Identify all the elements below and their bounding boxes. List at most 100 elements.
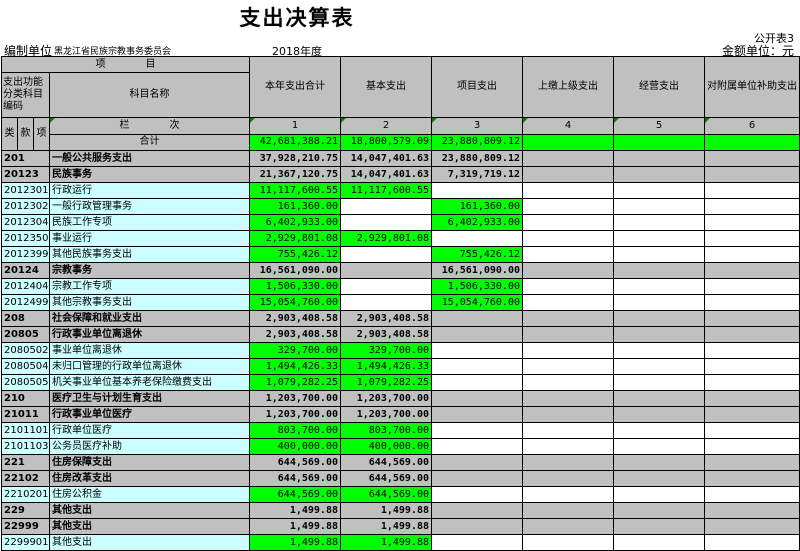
- row-subject-name: 住房改革支出: [49, 470, 250, 487]
- row-value-col-6: [704, 422, 800, 439]
- col-num-4: 4: [522, 117, 614, 135]
- row-value-col-1: 644,569.00: [249, 454, 341, 471]
- row-code: 221: [1, 454, 50, 471]
- row-subject-name: 其他支出: [49, 502, 250, 519]
- table-row: 2012302 一般行政管理事务 161,360.00 161,360.00: [1, 198, 800, 215]
- row-value-col-1: 6,402,933.00: [249, 214, 341, 231]
- row-code: 210: [1, 390, 50, 407]
- table-row: 2012301 行政运行 11,117,600.55 11,117,600.55: [1, 182, 800, 199]
- row-value-col-1: 644,569.00: [249, 470, 341, 487]
- row-value-col-1: 2,929,801.08: [249, 230, 341, 247]
- row-code: 2012350: [1, 230, 50, 247]
- table-row: 2012499 其他宗教事务支出 15,054,760.00 15,054,760.0…: [1, 294, 800, 311]
- row-value-col-4: [522, 518, 614, 535]
- row-code: 2080502: [1, 342, 50, 359]
- row-value-col-3: 15,054,760.00: [431, 294, 523, 311]
- row-code: 2101103: [1, 438, 50, 455]
- row-value-col-4: [522, 198, 614, 215]
- row-value-col-4: [522, 502, 614, 519]
- row-value-col-6: [704, 262, 800, 279]
- row-value-col-5: [613, 182, 705, 199]
- row-value-col-6: [704, 230, 800, 247]
- row-value-col-5: [613, 230, 705, 247]
- row-value-col-5: [613, 214, 705, 231]
- row-subject-name: 其他支出: [49, 534, 250, 551]
- row-value-col-5: [613, 342, 705, 359]
- row-value-col-1: 161,360.00: [249, 198, 341, 215]
- row-code: 21011: [1, 406, 50, 423]
- row-value-col-1: 755,426.12: [249, 246, 341, 263]
- header-kuan: 款: [17, 117, 34, 151]
- row-value-col-4: [522, 166, 614, 183]
- row-value-col-5: [613, 406, 705, 423]
- row-value-col-4: [522, 278, 614, 295]
- table-row: 2012350 事业运行 2,929,801.08 2,929,801.08: [1, 230, 800, 247]
- row-value-col-3: [431, 342, 523, 359]
- row-value-col-2: 14,047,401.63: [340, 166, 432, 183]
- row-code: 22102: [1, 470, 50, 487]
- row-value-col-1: 11,117,600.55: [249, 182, 341, 199]
- table-row: 20123 民族事务 21,367,120.75 14,047,401.63 7,319…: [1, 166, 800, 183]
- row-value-col-1: 2,903,408.58: [249, 310, 341, 327]
- row-value-col-2: 1,499.88: [340, 518, 432, 535]
- row-code: 2080504: [1, 358, 50, 375]
- row-value-col-4: [522, 470, 614, 487]
- row-value-col-4: [522, 374, 614, 391]
- row-value-col-6: [704, 390, 800, 407]
- row-code: 2012302: [1, 198, 50, 215]
- row-value-col-3: [431, 422, 523, 439]
- row-value-col-2: [340, 246, 432, 263]
- row-value-col-3: 23,880,809.12: [431, 150, 523, 167]
- row-value-col-4: [522, 182, 614, 199]
- row-value-col-4: [522, 294, 614, 311]
- row-value-col-3: [431, 534, 523, 551]
- table-row: 2080505 机关事业单位基本养老保险缴费支出 1,079,282.25 1,079…: [1, 374, 800, 391]
- row-value-col-6: [704, 486, 800, 503]
- row-value-col-4: [522, 310, 614, 327]
- header-col-1: 本年支出合计: [249, 56, 341, 118]
- row-value-col-5: [613, 326, 705, 343]
- row-subject-name: 住房保障支出: [49, 454, 250, 471]
- row-value-col-3: [431, 358, 523, 375]
- row-subject-name: 医疗卫生与计划生育支出: [49, 390, 250, 407]
- row-value-col-4: [522, 438, 614, 455]
- row-value-col-6: [704, 166, 800, 183]
- row-value-col-3: [431, 406, 523, 423]
- row-value-col-5: [613, 294, 705, 311]
- row-value-col-5: [613, 198, 705, 215]
- row-value-col-2: 1,079,282.25: [340, 374, 432, 391]
- total-col-3: 23,880,809.12: [431, 133, 523, 151]
- row-subject-name: 机关事业单位基本养老保险缴费支出: [49, 374, 250, 391]
- row-value-col-3: [431, 518, 523, 535]
- row-subject-name: 宗教工作专项: [49, 278, 250, 295]
- row-subject-name: 事业运行: [49, 230, 250, 247]
- row-value-col-6: [704, 294, 800, 311]
- row-value-col-5: [613, 390, 705, 407]
- row-subject-name: 行政事业单位离退休: [49, 326, 250, 343]
- row-value-col-5: [613, 278, 705, 295]
- col-num-6: 6: [704, 117, 800, 135]
- row-value-col-2: 1,494,426.33: [340, 358, 432, 375]
- row-value-col-1: 16,561,090.00: [249, 262, 341, 279]
- row-value-col-5: [613, 486, 705, 503]
- row-value-col-2: 11,117,600.55: [340, 182, 432, 199]
- row-value-col-6: [704, 150, 800, 167]
- row-value-col-2: 14,047,401.63: [340, 150, 432, 167]
- page-title: 支出决算表: [239, 6, 355, 30]
- header-col-6: 对附属单位补助支出: [704, 56, 800, 118]
- row-value-col-4: [522, 262, 614, 279]
- header-row-project: 项 目 本年支出合计 基本支出 项目支出 上缴上级支出 经营支出 对附属单位补助…: [1, 56, 800, 118]
- row-value-col-6: [704, 342, 800, 359]
- row-subject-name: 一般公共服务支出: [49, 150, 250, 167]
- row-value-col-2: 2,929,801.08: [340, 230, 432, 247]
- row-value-col-3: 16,561,090.00: [431, 262, 523, 279]
- header-row-lanci: 类 款 项 栏 次 1 2 3 4 5 6: [1, 117, 800, 151]
- row-value-col-5: [613, 150, 705, 167]
- table-row: 20124 宗教事务 16,561,090.00 16,561,090.00: [1, 262, 800, 279]
- row-value-col-2: [340, 198, 432, 215]
- row-value-col-5: [613, 358, 705, 375]
- row-code: 22999: [1, 518, 50, 535]
- row-code: 2080505: [1, 374, 50, 391]
- row-value-col-4: [522, 214, 614, 231]
- table-row: 2210201 住房公积金 644,569.00 644,569.00: [1, 486, 800, 503]
